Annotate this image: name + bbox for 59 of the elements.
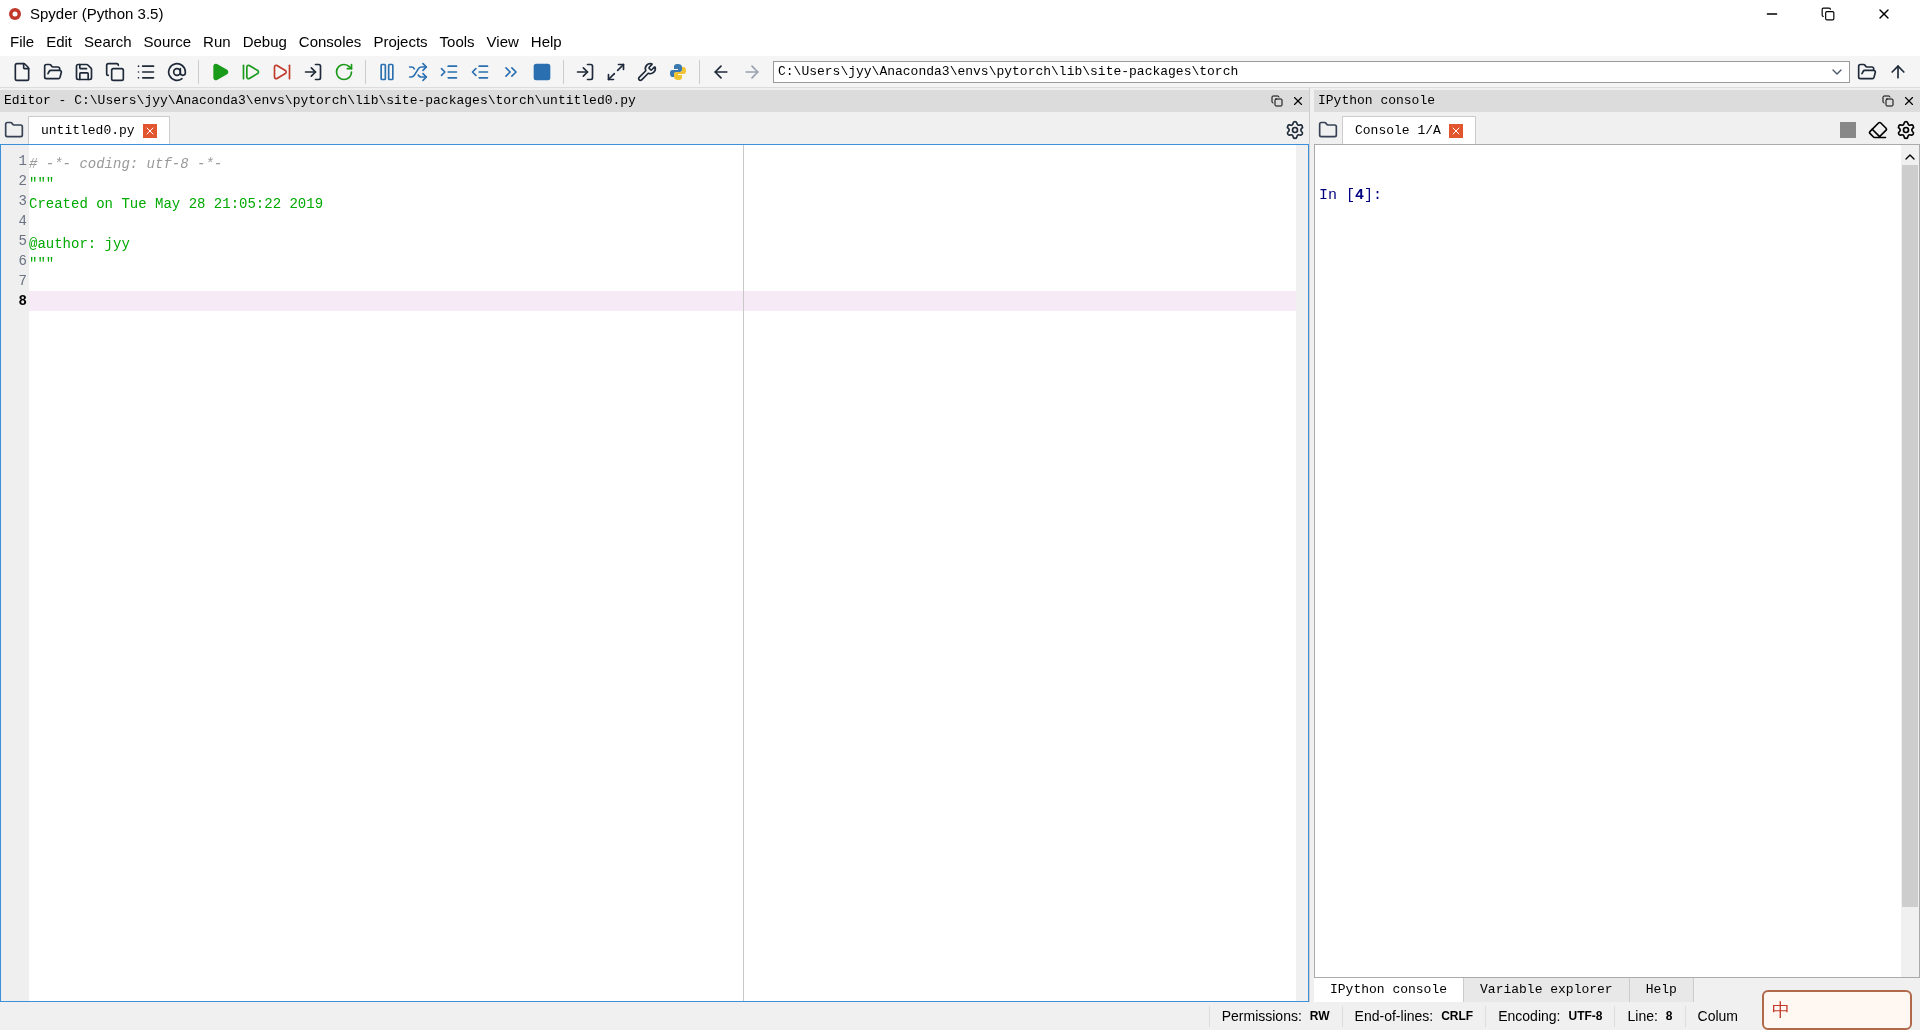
line-number: 4	[17, 212, 28, 231]
line-number: 7	[17, 272, 28, 291]
close-tab-icon	[142, 123, 157, 138]
menu-item[interactable]: Projects	[367, 30, 434, 54]
ime-mode-label: 中	[1772, 998, 1790, 1022]
settings-icon	[1896, 120, 1916, 140]
close-pane-icon	[1902, 94, 1916, 108]
menu-item[interactable]: View	[480, 30, 525, 54]
status-value: UTF-8	[1568, 1008, 1603, 1025]
undock-icon	[1882, 95, 1894, 107]
console-prompt: In [4]:	[1319, 186, 1384, 206]
menu-item[interactable]: Run	[197, 30, 237, 54]
menu-item[interactable]: Help	[524, 30, 568, 54]
app-logo-icon	[8, 7, 22, 21]
menu-item[interactable]: File	[4, 30, 41, 54]
line-number: 1	[17, 152, 28, 171]
browse-tabs-icon	[4, 120, 24, 140]
console-tab[interactable]: Console 1/A	[1342, 116, 1476, 144]
line-number: 8	[17, 292, 28, 311]
status-label: Permissions:	[1221, 1006, 1302, 1026]
line-number: 6	[17, 252, 28, 271]
path-field[interactable]: C:\Users\jyy\Anaconda3\envs\pytorch\lib\site-packages\torch	[773, 60, 1850, 83]
close-pane-icon	[1291, 94, 1305, 108]
menu-item[interactable]: Edit	[40, 30, 79, 54]
status-label: Encoding:	[1498, 1006, 1561, 1026]
menu-item[interactable]: Source	[137, 30, 198, 54]
restore-icon[interactable]	[1821, 7, 1835, 21]
line-number: 3	[17, 192, 28, 211]
pane-tab[interactable]: Help	[1629, 978, 1694, 1002]
pane-tab[interactable]: Variable explorer	[1464, 978, 1630, 1002]
status-value: RW	[1309, 1008, 1330, 1025]
line-number: 2	[17, 172, 28, 191]
code-line: @author: jyy	[29, 236, 130, 252]
undock-icon	[1271, 95, 1283, 107]
eraser-icon	[1868, 120, 1888, 140]
code-line: # -*- coding: utf-8 -*-	[29, 156, 223, 172]
close-tab-icon	[1448, 123, 1463, 138]
status-value: CRLF	[1441, 1008, 1474, 1025]
file-tab[interactable]: untitled0.py	[28, 116, 170, 144]
menu-item[interactable]: Consoles	[292, 30, 368, 54]
menu-item[interactable]: Debug	[236, 30, 293, 54]
pane-title: IPython console	[1318, 92, 1437, 111]
code-line: """	[29, 256, 55, 272]
settings-icon	[1285, 120, 1305, 140]
line-number: 5	[17, 232, 28, 251]
window-title: Spyder (Python 3.5)	[30, 3, 164, 24]
menu-item[interactable]: Search	[78, 30, 138, 54]
code-line: """	[29, 176, 55, 192]
status-label: Colum	[1697, 1006, 1738, 1026]
menu-item[interactable]: Tools	[433, 30, 481, 54]
status-label: End-of-lines:	[1354, 1006, 1434, 1026]
pane-tab[interactable]: IPython console	[1314, 978, 1465, 1002]
scrollbar-thumb[interactable]	[1902, 165, 1918, 907]
code-line: Created on Tue May 28 21:05:22 2019	[29, 196, 324, 212]
status-label: Line:	[1627, 1006, 1658, 1026]
pane-title: Editor - C:\Users\jyy\Anaconda3\envs\pytorch\lib\site-packages\torch\untitled0.py	[4, 92, 637, 111]
browse-tabs-icon	[1318, 120, 1338, 140]
status-value: 8	[1665, 1008, 1673, 1025]
stop-icon	[1840, 122, 1856, 138]
